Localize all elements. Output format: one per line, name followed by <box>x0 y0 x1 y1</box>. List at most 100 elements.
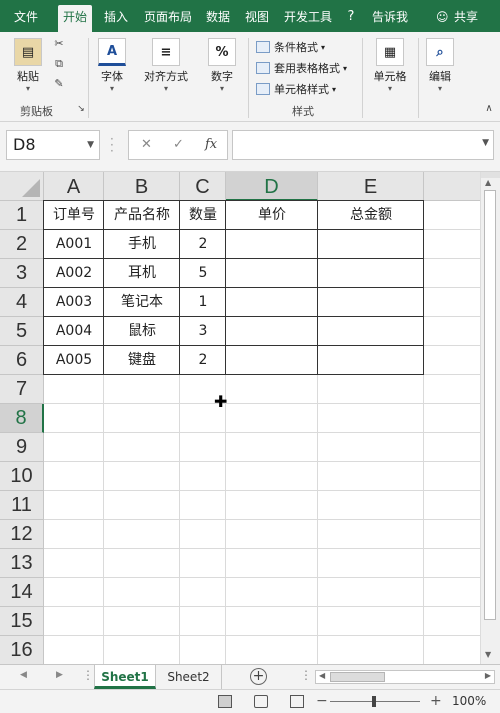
paste-button[interactable]: ▤ 粘贴 ▾ <box>10 38 46 94</box>
table-cell[interactable] <box>226 317 318 346</box>
sheet-more-icon[interactable]: ⋮ <box>82 668 94 682</box>
table-cell[interactable] <box>226 288 318 317</box>
row-header-16[interactable]: 16 <box>0 636 44 664</box>
table-cell[interactable]: 手机 <box>104 230 180 259</box>
name-box[interactable]: D8 ▼ <box>6 130 100 160</box>
table-cell[interactable]: 耳机 <box>104 259 180 288</box>
zoom-slider-thumb[interactable] <box>372 696 376 707</box>
horizontal-scroll-thumb[interactable] <box>330 672 385 682</box>
table-cell[interactable]: A003 <box>44 288 104 317</box>
cell-styles-button[interactable]: 单元格样式 ▾ <box>256 80 336 98</box>
scroll-down-icon[interactable]: ▼ <box>485 650 491 659</box>
collapse-ribbon-icon[interactable]: ∧ <box>482 103 496 115</box>
select-all-button[interactable] <box>0 172 44 201</box>
dialog-launcher-icon[interactable]: ↘ <box>74 103 88 115</box>
table-header-cell[interactable]: 总金额 <box>318 201 424 230</box>
table-cell[interactable] <box>318 288 424 317</box>
scroll-up-icon[interactable]: ▲ <box>485 178 491 187</box>
table-header-cell[interactable]: 产品名称 <box>104 201 180 230</box>
chevron-down-icon[interactable]: ▼ <box>87 131 94 159</box>
zoom-level[interactable]: 100% <box>452 694 486 708</box>
tab-split-icon[interactable]: ⋮ <box>300 668 312 682</box>
formula-input[interactable]: ▼ <box>232 130 494 160</box>
table-cell[interactable]: 1 <box>180 288 226 317</box>
horizontal-scrollbar[interactable]: ◀ ▶ <box>315 670 495 684</box>
table-header-cell[interactable]: 订单号 <box>44 201 104 230</box>
row-header-6[interactable]: 6 <box>0 346 44 375</box>
expand-formula-icon[interactable]: ▼ <box>482 138 489 148</box>
font-button[interactable]: A 字体 ▾ <box>94 38 130 94</box>
share-button[interactable]: 共享 <box>450 0 482 32</box>
alignment-button[interactable]: ≡ 对齐方式 ▾ <box>140 38 192 94</box>
table-header-cell[interactable]: 单价 <box>226 201 318 230</box>
row-header-5[interactable]: 5 <box>0 317 44 346</box>
page-layout-view-icon[interactable] <box>254 695 268 708</box>
row-header-10[interactable]: 10 <box>0 462 44 491</box>
cut-icon[interactable]: ✂ <box>52 38 66 50</box>
tab-home[interactable]: 开始 <box>58 5 92 32</box>
row-header-1[interactable]: 1 <box>0 201 44 230</box>
tell-me-box[interactable]: 告诉我 <box>368 0 412 32</box>
add-sheet-button[interactable]: + <box>250 668 267 685</box>
row-header-8[interactable]: 8 <box>0 404 44 433</box>
row-header-12[interactable]: 12 <box>0 520 44 549</box>
column-header-e[interactable]: E <box>318 172 424 201</box>
row-header-9[interactable]: 9 <box>0 433 44 462</box>
sheet-next-icon[interactable]: ▶ <box>56 670 63 680</box>
scroll-left-icon[interactable]: ◀ <box>319 671 325 680</box>
scroll-right-icon[interactable]: ▶ <box>485 671 491 680</box>
conditional-format-button[interactable]: 条件格式 ▾ <box>256 38 325 56</box>
number-button[interactable]: % 数字 ▾ <box>204 38 240 94</box>
normal-view-icon[interactable] <box>218 695 232 708</box>
worksheet-grid[interactable]: A B C D E 1 2 3 4 5 6 7 8 9 10 11 12 13 14 15 16 订单号 产品名称 数量 单价总… <box>0 172 480 664</box>
table-cell[interactable]: A005 <box>44 346 104 375</box>
zoom-out-icon[interactable]: − <box>316 693 328 709</box>
format-painter-icon[interactable]: ✎ <box>52 78 66 90</box>
table-cell[interactable] <box>318 230 424 259</box>
tab-developer[interactable]: 开发工具 <box>280 0 336 32</box>
cells-button[interactable]: ▦ 单元格 ▾ <box>368 38 412 94</box>
tab-page-layout[interactable]: 页面布局 <box>140 0 196 32</box>
editing-button[interactable]: ⌕ 编辑 ▾ <box>422 38 458 94</box>
table-cell[interactable]: A002 <box>44 259 104 288</box>
table-cell[interactable]: 2 <box>180 346 226 375</box>
table-cell[interactable] <box>318 317 424 346</box>
row-header-4[interactable]: 4 <box>0 288 44 317</box>
table-header-cell[interactable]: 数量 <box>180 201 226 230</box>
insert-function-icon[interactable]: fx <box>205 137 217 152</box>
sheet-tab-sheet1[interactable]: Sheet1 <box>94 665 156 689</box>
row-header-13[interactable]: 13 <box>0 549 44 578</box>
row-header-11[interactable]: 11 <box>0 491 44 520</box>
table-cell[interactable]: 键盘 <box>104 346 180 375</box>
table-cell[interactable] <box>318 346 424 375</box>
tab-data[interactable]: 数据 <box>202 0 234 32</box>
column-header-a[interactable]: A <box>44 172 104 201</box>
table-format-button[interactable]: 套用表格格式 ▾ <box>256 59 347 77</box>
row-header-15[interactable]: 15 <box>0 607 44 636</box>
column-header-b[interactable]: B <box>104 172 180 201</box>
table-cell[interactable]: A001 <box>44 230 104 259</box>
table-cell[interactable]: 3 <box>180 317 226 346</box>
table-cell[interactable]: 5 <box>180 259 226 288</box>
column-header-d[interactable]: D <box>226 172 318 201</box>
tab-view[interactable]: 视图 <box>240 0 274 32</box>
sheet-prev-icon[interactable]: ◀ <box>20 670 27 680</box>
tab-file[interactable]: 文件 <box>8 0 44 32</box>
enter-icon[interactable]: ✓ <box>173 137 184 152</box>
table-cell[interactable]: 鼠标 <box>104 317 180 346</box>
table-cell[interactable] <box>226 230 318 259</box>
row-header-7[interactable]: 7 <box>0 375 44 404</box>
row-header-14[interactable]: 14 <box>0 578 44 607</box>
zoom-in-icon[interactable]: + <box>430 693 442 709</box>
table-cell[interactable]: 笔记本 <box>104 288 180 317</box>
vertical-scrollbar[interactable]: ▲ ▼ <box>480 172 500 664</box>
table-cell[interactable] <box>318 259 424 288</box>
cancel-icon[interactable]: ✕ <box>141 137 152 152</box>
column-header-c[interactable]: C <box>180 172 226 201</box>
sheet-tab-sheet2[interactable]: Sheet2 <box>156 665 222 689</box>
table-cell[interactable]: 2 <box>180 230 226 259</box>
tab-insert[interactable]: 插入 <box>98 0 134 32</box>
row-header-3[interactable]: 3 <box>0 259 44 288</box>
column-header-f[interactable] <box>424 172 480 201</box>
table-cell[interactable] <box>226 346 318 375</box>
